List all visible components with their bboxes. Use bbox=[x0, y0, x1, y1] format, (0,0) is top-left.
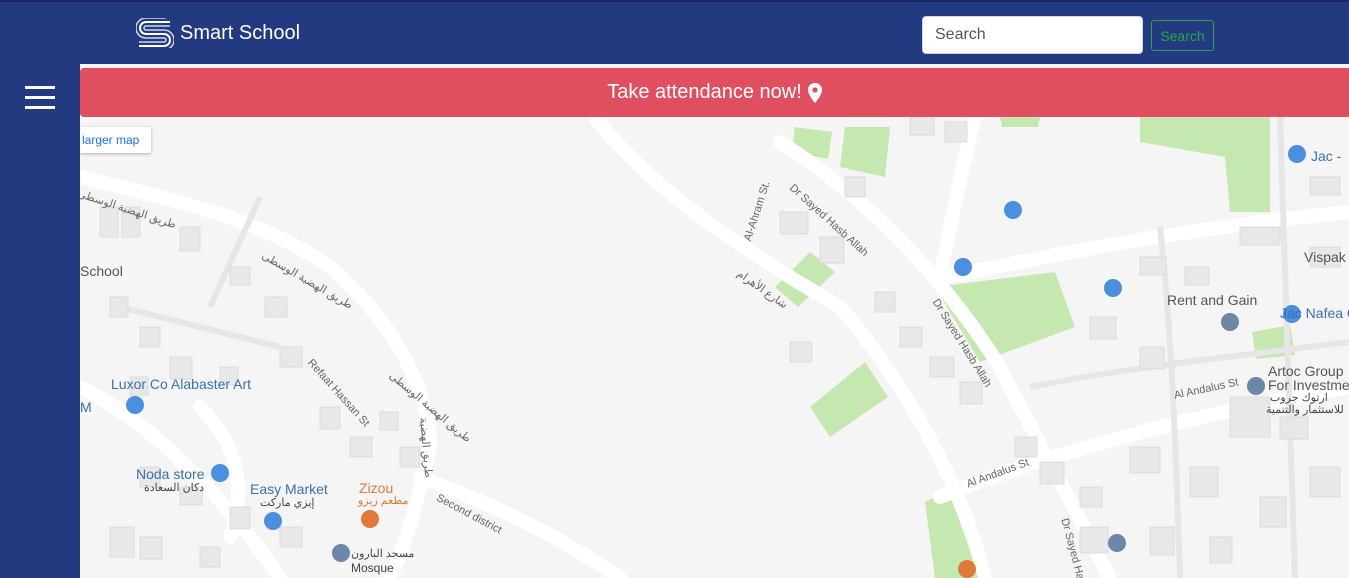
map-pins bbox=[126, 145, 1306, 578]
search-button[interactable]: Search bbox=[1151, 20, 1214, 51]
map-label: مطعم زيزو bbox=[358, 495, 409, 507]
map-label[interactable]: Easy Market bbox=[250, 481, 328, 497]
sidebar bbox=[0, 64, 80, 578]
search-input[interactable] bbox=[922, 16, 1143, 54]
map-label: M bbox=[80, 399, 92, 415]
map-label: Mosque bbox=[351, 561, 394, 575]
map-label: Vispak bbox=[1304, 249, 1346, 265]
map-label: للاستثمار والتنمية bbox=[1266, 404, 1344, 416]
take-attendance-banner[interactable]: Take attendance now! bbox=[80, 68, 1349, 117]
map-label: School bbox=[80, 263, 123, 279]
view-larger-map-link[interactable]: larger map bbox=[80, 127, 152, 153]
map-label[interactable]: Jac Nafea C bbox=[1280, 305, 1349, 321]
banner-text: Take attendance now! bbox=[607, 81, 802, 103]
map-label[interactable]: Rent and Gain bbox=[1167, 292, 1257, 308]
smart-school-logo-icon bbox=[136, 18, 174, 48]
map-marker-icon bbox=[807, 82, 822, 103]
map-label[interactable]: Luxor Co Alabaster Art bbox=[111, 376, 251, 392]
menu-toggle-icon[interactable] bbox=[25, 86, 55, 110]
embedded-map[interactable]: larger map School Luxor Co Alabaster Art… bbox=[80, 117, 1349, 578]
top-navbar: Smart School Search bbox=[0, 0, 1349, 64]
app-title: Smart School bbox=[180, 21, 301, 44]
map-label: دكان السعادة bbox=[144, 482, 205, 494]
brand-logo[interactable]: Smart School bbox=[136, 18, 300, 48]
map-label: إيزي ماركت bbox=[260, 497, 315, 509]
map-label[interactable]: Noda store bbox=[136, 466, 204, 482]
map-label[interactable]: Jac - bbox=[1311, 148, 1341, 164]
map-label: مسجد البارون bbox=[351, 548, 415, 560]
